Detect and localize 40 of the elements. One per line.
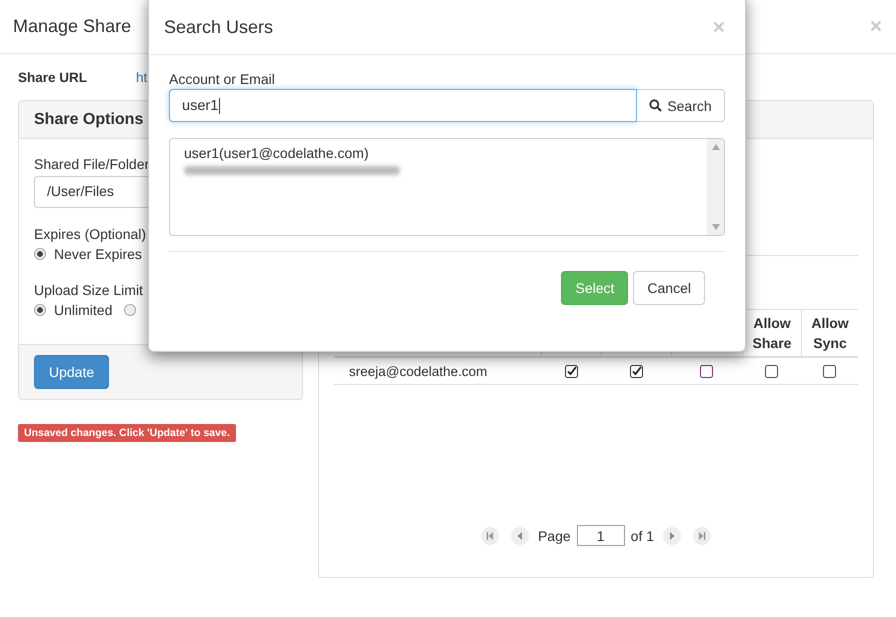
radio-button[interactable] xyxy=(34,248,46,260)
previous-page-icon[interactable] xyxy=(510,526,529,544)
checkbox[interactable] xyxy=(700,364,713,378)
share-url-label: Share URL xyxy=(18,70,88,84)
scroll-down-icon[interactable] xyxy=(712,224,720,230)
column-header: Allow Share xyxy=(752,314,792,353)
field-label: Shared File/Folder xyxy=(34,156,150,172)
share-url-link[interactable]: ht xyxy=(136,70,148,84)
scrollbar[interactable] xyxy=(707,139,724,235)
radio-label: Never Expires xyxy=(54,246,142,262)
field-label: Upload Size Limit xyxy=(34,282,144,298)
radio-button[interactable] xyxy=(124,304,136,316)
cancel-button[interactable]: Cancel xyxy=(633,271,705,305)
account-search-field[interactable]: user1 xyxy=(169,89,637,122)
checkbox[interactable] xyxy=(630,364,642,378)
checkbox[interactable] xyxy=(823,364,836,378)
search-button[interactable]: Search xyxy=(637,89,725,122)
page-number-field[interactable]: 1 xyxy=(576,525,625,546)
checkbox[interactable] xyxy=(564,364,578,378)
next-page-icon[interactable] xyxy=(663,526,682,544)
checkbox[interactable] xyxy=(765,364,778,378)
page-count: of 1 xyxy=(630,528,654,544)
scroll-up-icon[interactable] xyxy=(712,144,720,150)
radio-button[interactable] xyxy=(34,304,46,316)
column-header: Allow Sync xyxy=(810,314,850,353)
user-email: sreeja@codelathe.com xyxy=(349,364,488,378)
first-page-icon[interactable] xyxy=(480,526,499,544)
panel-title: Share Options xyxy=(34,110,144,128)
last-page-icon[interactable] xyxy=(693,526,712,544)
update-button[interactable]: Update xyxy=(34,355,110,389)
field-label: Account or Email xyxy=(169,71,276,87)
page-label: Page xyxy=(538,528,571,544)
results-list[interactable]: user1(user1@codelathe.com) xyxy=(169,138,725,236)
dialog-title: Search Users xyxy=(164,17,274,38)
result-item[interactable]: user1(user1@codelathe.com) xyxy=(184,144,693,162)
page-title: Manage Share xyxy=(13,16,132,37)
field-label: Expires (Optional) xyxy=(34,226,148,242)
search-icon xyxy=(649,99,662,112)
unsaved-warning: Unsaved changes. Click 'Update' to save. xyxy=(18,424,236,442)
radio-label: Unlimited xyxy=(54,302,112,318)
